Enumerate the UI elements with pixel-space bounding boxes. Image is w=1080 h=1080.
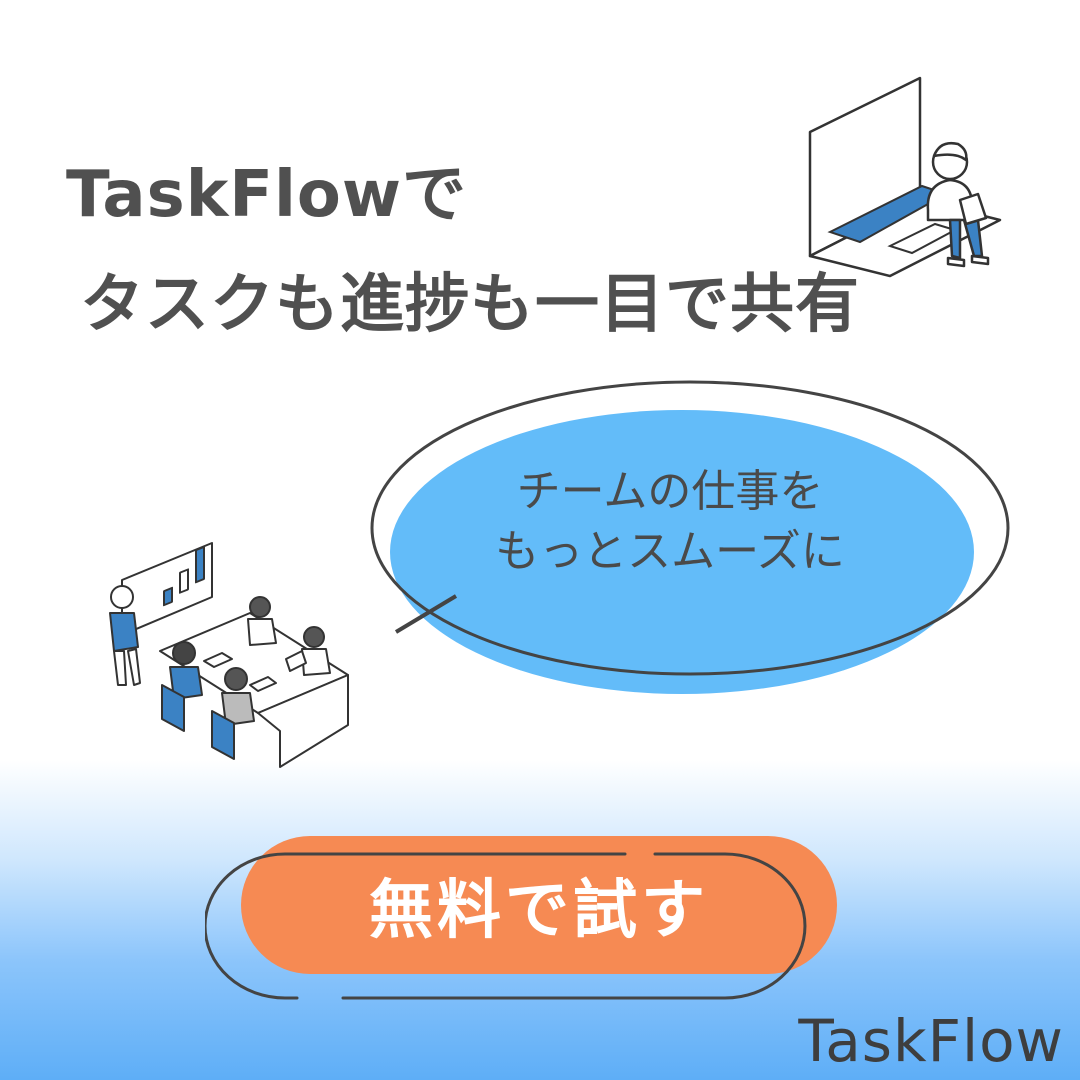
brand-logo: TaskFlow [798,1007,1064,1075]
headline-line-1: TaskFlowで [66,158,467,232]
headline: TaskFlowで タスクも進捗も一目で共有 [66,140,860,360]
headline-line-2: タスクも進捗も一目で共有 [80,268,860,342]
laptop-person-illustration [808,76,1002,278]
bubble-line-2: もっとスムーズに [495,526,845,577]
bubble-line-1: チームの仕事を [516,466,824,517]
cta-container: 無料で試す [205,830,845,1005]
try-free-button[interactable]: 無料で試す [241,836,837,974]
speech-bubble-text: チームの仕事を もっとスムーズに [440,462,900,582]
ad-banner: TaskFlowで タスクも進捗も一目で共有 チームの仕事を もっとスムーズに … [0,0,1080,1080]
team-meeting-illustration [109,542,349,768]
